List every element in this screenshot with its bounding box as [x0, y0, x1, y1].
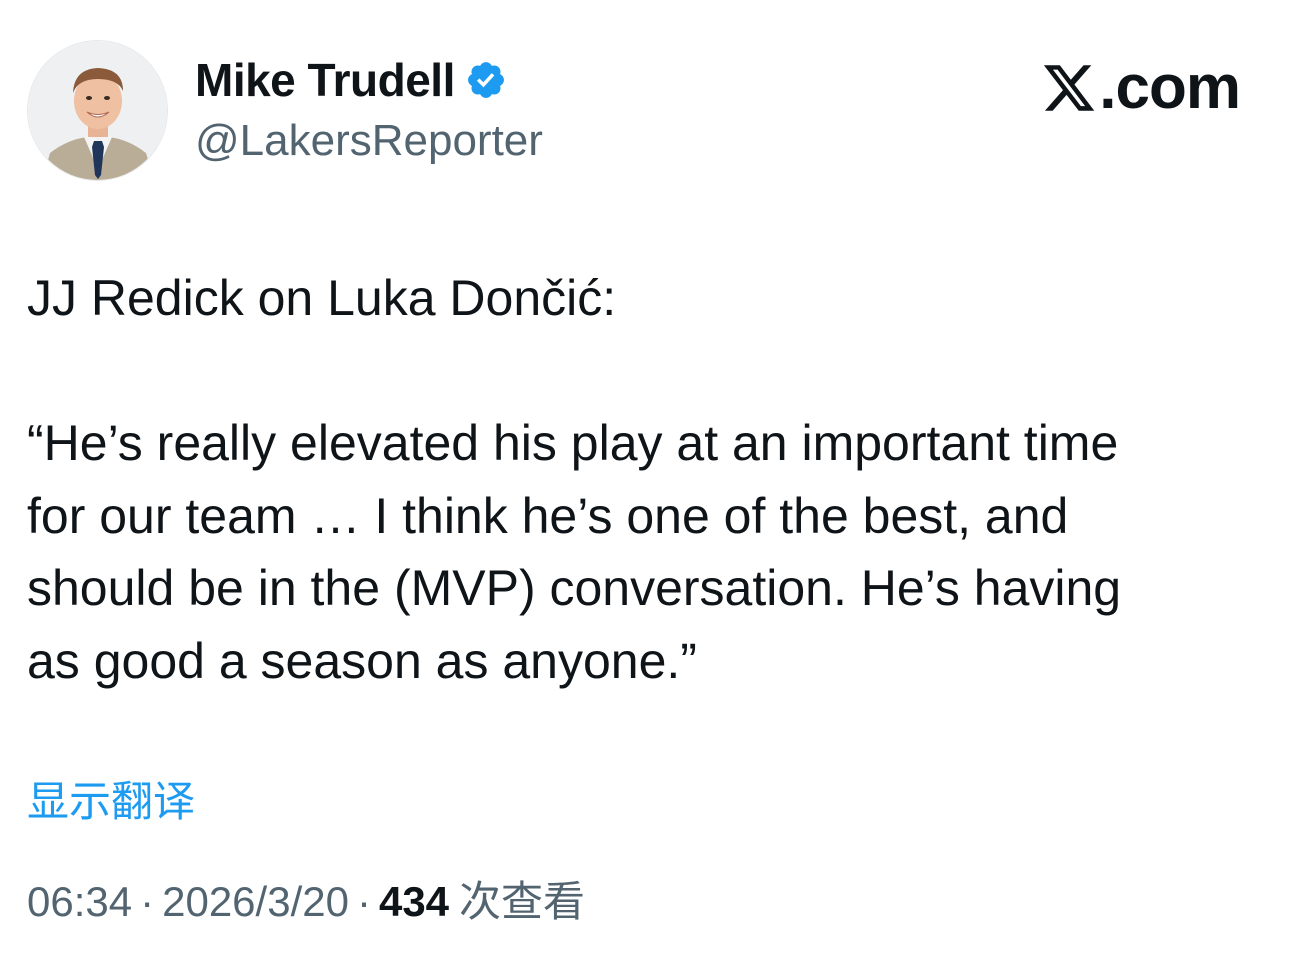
views-count[interactable]: 434: [379, 878, 449, 925]
x-brand: .com: [1041, 53, 1241, 122]
brand-domain-label: .com: [1099, 53, 1241, 122]
tweet-line: JJ Redick on Luka Dončić:: [27, 270, 617, 326]
meta-separator: ·: [140, 878, 155, 925]
x-logo-icon: [1044, 65, 1095, 111]
tweet-line: should be in the (MVP) conversation. He’…: [27, 560, 1122, 616]
author-display-name[interactable]: Mike Trudell: [195, 52, 455, 108]
author-handle[interactable]: @LakersReporter: [195, 113, 543, 169]
tweet-meta: 06:34 · 2026/3/20 · 434 次查看: [27, 874, 585, 930]
tweet-line: as good a season as anyone.”: [27, 632, 697, 689]
show-translation-link[interactable]: 显示翻译: [27, 774, 195, 830]
avatar-photo: [28, 41, 167, 180]
meta-separator: ·: [356, 878, 371, 925]
author-name-row[interactable]: Mike Trudell: [195, 52, 507, 108]
tweet-text: JJ Redick on Luka Dončić: “He’s really e…: [27, 262, 1267, 697]
tweet-date[interactable]: 2026/3/20: [162, 878, 349, 925]
verified-badge-icon: [467, 62, 504, 98]
views-label: 次查看: [459, 878, 586, 925]
tweet-line: “He’s really elevated his play at an imp…: [27, 415, 1119, 471]
tweet-time[interactable]: 06:34: [27, 878, 132, 925]
avatar[interactable]: [27, 40, 168, 181]
tweet-line: for our team … I think he’s one of the b…: [27, 487, 1069, 544]
